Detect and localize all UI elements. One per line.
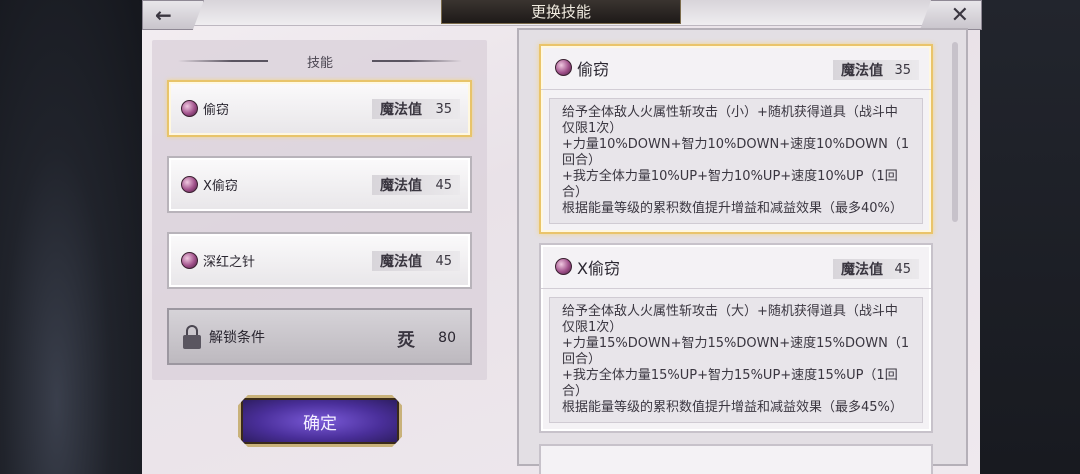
- magic-orb-icon: [181, 176, 198, 193]
- mp-cost: 魔法值 35: [372, 99, 460, 119]
- skill-section-header: 技能: [178, 50, 462, 72]
- close-icon: ✕: [950, 2, 969, 28]
- unlock-condition-label: 解锁条件: [209, 329, 265, 346]
- desc-line: 根据能量等级的累积数值提升增益和减益效果（最多45%）: [562, 400, 903, 415]
- card-skill-name: X偷窃: [577, 258, 620, 278]
- mp-cost: 魔法值 35: [833, 60, 919, 80]
- mp-label: 魔法值: [380, 178, 422, 194]
- confirm-button[interactable]: 确定: [238, 395, 402, 447]
- header-ornament-right: [372, 60, 462, 62]
- background-right: [980, 0, 1080, 474]
- skill-slot-steal[interactable]: 偷窃 魔法值 35: [167, 80, 472, 137]
- mp-value: 45: [435, 177, 452, 193]
- card-header: 偷窃 魔法值 35: [541, 46, 931, 90]
- card-skill-name: 偷窃: [577, 59, 610, 79]
- skill-slot-x-steal[interactable]: X偷窃 魔法值 45: [167, 156, 472, 213]
- desc-line: 给予全体敌人火属性斩攻击（小）+随机获得道具（战斗中仅限1次）: [562, 105, 898, 136]
- magic-orb-icon: [181, 252, 198, 269]
- lock-icon: [181, 324, 203, 349]
- desc-line: 根据能量等级的累积数值提升增益和减益效果（最多40%）: [562, 201, 903, 216]
- skill-section-title: 技能: [306, 55, 333, 71]
- desc-line: +力量10%DOWN+智力10%DOWN+速度10%DOWN（1回合）: [562, 137, 910, 168]
- mp-value: 35: [435, 101, 452, 117]
- card-header: X偷窃 魔法值 45: [541, 245, 931, 289]
- skill-name: 偷窃: [203, 103, 230, 118]
- scrollbar[interactable]: [952, 42, 958, 222]
- mp-label: 魔法值: [380, 102, 422, 118]
- skill-description: 给予全体敌人火属性斩攻击（大）+随机获得道具（战斗中仅限1次） +力量15%DO…: [549, 297, 923, 423]
- background-left: [0, 0, 142, 474]
- mp-cost: 魔法值 45: [372, 251, 460, 271]
- mp-cost: 魔法值 45: [372, 175, 460, 195]
- back-arrow-icon: ←: [155, 3, 172, 27]
- page-title: 更换技能: [441, 0, 681, 24]
- skill-slot-crimson-needle[interactable]: 深红之针 魔法值 45: [167, 232, 472, 289]
- header-ornament-left: [178, 60, 268, 62]
- desc-line: +我方全体力量10%UP+智力10%UP+速度10%UP（1回合）: [562, 169, 898, 200]
- desc-line: +我方全体力量15%UP+智力15%UP+速度15%UP（1回合）: [562, 368, 898, 399]
- unlock-condition-value: 80: [438, 330, 456, 346]
- skill-detail-card[interactable]: 偷窃 魔法值 35 给予全体敌人火属性斩攻击（小）+随机获得道具（战斗中仅限1次…: [539, 44, 933, 234]
- energy-level-icon: 烎: [397, 330, 415, 351]
- desc-line: 给予全体敌人火属性斩攻击（大）+随机获得道具（战斗中仅限1次）: [562, 304, 898, 335]
- skill-name: 深红之针: [203, 255, 256, 270]
- mp-label: 魔法值: [841, 262, 883, 278]
- magic-orb-icon: [555, 59, 572, 76]
- magic-orb-icon: [181, 100, 198, 117]
- mp-value: 45: [435, 253, 452, 269]
- mp-value: 35: [894, 62, 911, 78]
- mp-label: 魔法值: [380, 254, 422, 270]
- skill-detail-card-partial[interactable]: [539, 444, 933, 474]
- mp-label: 魔法值: [841, 63, 883, 79]
- mp-value: 45: [894, 261, 911, 277]
- locked-skill-slot[interactable]: 解锁条件 烎 80: [167, 308, 472, 365]
- skill-detail-card[interactable]: X偷窃 魔法值 45 给予全体敌人火属性斩攻击（大）+随机获得道具（战斗中仅限1…: [539, 243, 933, 433]
- skill-name: X偷窃: [203, 179, 238, 194]
- confirm-label: 确定: [303, 413, 337, 434]
- mp-cost: 魔法值 45: [833, 259, 919, 279]
- skill-description: 给予全体敌人火属性斩攻击（小）+随机获得道具（战斗中仅限1次） +力量10%DO…: [549, 98, 923, 224]
- desc-line: +力量15%DOWN+智力15%DOWN+速度15%DOWN（1回合）: [562, 336, 910, 367]
- magic-orb-icon: [555, 258, 572, 275]
